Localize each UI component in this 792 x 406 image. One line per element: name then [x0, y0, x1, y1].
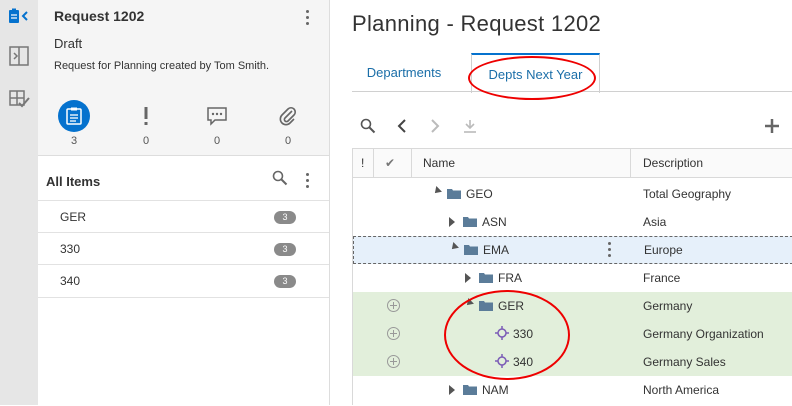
- table-row[interactable]: NAM North America: [353, 376, 792, 404]
- collapse-icon[interactable]: [464, 298, 474, 308]
- expand-icon[interactable]: [449, 385, 455, 395]
- request-status: Draft: [54, 36, 83, 51]
- header-check[interactable]: ✔: [385, 156, 395, 170]
- comments-count: 0: [213, 135, 221, 147]
- tab-divider: [352, 91, 792, 92]
- list-item-label: 340: [60, 274, 81, 288]
- row-name: FRA: [498, 271, 522, 285]
- chevron-right-icon[interactable]: [425, 116, 445, 136]
- count-badge: 3: [274, 243, 296, 256]
- panel-split-icon[interactable]: [6, 43, 32, 69]
- paperclip-icon: [272, 100, 304, 132]
- row-description: Germany Organization: [643, 327, 764, 341]
- row-name: GEO: [466, 187, 493, 201]
- table-row[interactable]: FRA France: [353, 264, 792, 292]
- list-item[interactable]: 330 3: [38, 232, 329, 265]
- add-circle-icon[interactable]: [387, 355, 400, 368]
- row-name: GER: [498, 299, 525, 313]
- row-description: Total Geography: [643, 187, 732, 201]
- row-name: ASN: [482, 215, 507, 229]
- request-title: Request 1202: [54, 8, 145, 24]
- hierarchy-grid: ! ✔ Name Description GEO Total Geography…: [352, 148, 792, 405]
- header-name[interactable]: Name: [423, 156, 455, 170]
- header-flag[interactable]: !: [361, 156, 364, 170]
- expand-icon[interactable]: [449, 217, 455, 227]
- row-name: NAM: [482, 383, 509, 397]
- header-description[interactable]: Description: [643, 156, 703, 170]
- issues-counter[interactable]: 0: [124, 100, 168, 147]
- target-icon: [495, 326, 509, 340]
- items-counter[interactable]: 3: [52, 100, 96, 147]
- expand-icon[interactable]: [465, 273, 471, 283]
- issues-count: 0: [142, 135, 150, 147]
- download-icon[interactable]: [460, 116, 480, 136]
- list-item-label: 330: [60, 242, 81, 256]
- table-row[interactable]: GEO Total Geography: [353, 180, 792, 208]
- table-row-selected[interactable]: EMA Europe: [353, 236, 792, 264]
- collapse-icon[interactable]: [432, 186, 442, 196]
- folder-icon: [463, 217, 477, 227]
- attachments-count: 0: [284, 135, 292, 147]
- grid-header: ! ✔ Name Description: [353, 148, 792, 178]
- row-description: France: [643, 271, 681, 285]
- folder-icon: [479, 301, 493, 311]
- collapse-icon[interactable]: [449, 242, 459, 252]
- tab-depts-next-year[interactable]: Depts Next Year: [471, 53, 600, 93]
- items-menu-icon[interactable]: [304, 173, 310, 188]
- row-description: North America: [643, 383, 720, 397]
- add-icon[interactable]: [762, 116, 782, 136]
- row-description: Germany: [643, 299, 693, 313]
- add-circle-icon[interactable]: [387, 299, 400, 312]
- table-row[interactable]: 340 Germany Sales: [353, 348, 792, 376]
- attachments-counter[interactable]: 0: [266, 100, 310, 147]
- row-description: Germany Sales: [643, 355, 726, 369]
- folder-icon: [479, 273, 493, 283]
- table-row[interactable]: 330 Germany Organization: [353, 320, 792, 348]
- row-name: 330: [513, 327, 534, 341]
- count-badge: 3: [274, 211, 296, 224]
- icon-rail: [0, 0, 39, 405]
- chevron-left-icon[interactable]: [392, 116, 412, 136]
- row-name: 340: [513, 355, 534, 369]
- table-row[interactable]: ASN Asia: [353, 208, 792, 236]
- clipboard-collapse-icon[interactable]: [6, 3, 32, 29]
- all-items-heading: All Items: [46, 174, 101, 189]
- request-menu-icon[interactable]: [304, 10, 310, 25]
- table-row[interactable]: GER Germany: [353, 292, 792, 320]
- list-item[interactable]: GER 3: [38, 200, 329, 233]
- comment-icon: [201, 100, 233, 132]
- list-item[interactable]: 340 3: [38, 264, 329, 298]
- search-icon[interactable]: [272, 170, 288, 191]
- list-item-label: GER: [60, 210, 87, 224]
- request-description: Request for Planning created by Tom Smit…: [54, 60, 270, 72]
- tab-departments[interactable]: Departments: [352, 53, 456, 91]
- exclamation-icon: [130, 100, 162, 132]
- items-count: 3: [70, 135, 78, 147]
- search-icon[interactable]: [358, 116, 378, 136]
- row-description: Asia: [643, 215, 667, 229]
- add-circle-icon[interactable]: [387, 327, 400, 340]
- items-list-panel: All Items GER 3 330 3 340 3: [38, 155, 329, 406]
- folder-icon: [463, 385, 477, 395]
- row-name: EMA: [483, 243, 510, 257]
- folder-icon: [447, 189, 461, 199]
- page-title: Planning - Request 1202: [352, 11, 602, 36]
- target-icon: [495, 354, 509, 368]
- count-badge: 3: [274, 275, 296, 288]
- folder-icon: [464, 245, 478, 255]
- comments-counter[interactable]: 0: [195, 100, 239, 147]
- approve-grid-icon[interactable]: [6, 86, 32, 112]
- row-menu-icon[interactable]: [606, 242, 612, 257]
- clipboard-icon: [58, 100, 90, 132]
- row-description: Europe: [644, 243, 683, 257]
- request-panel: Request 1202 Draft Request for Planning …: [38, 0, 330, 406]
